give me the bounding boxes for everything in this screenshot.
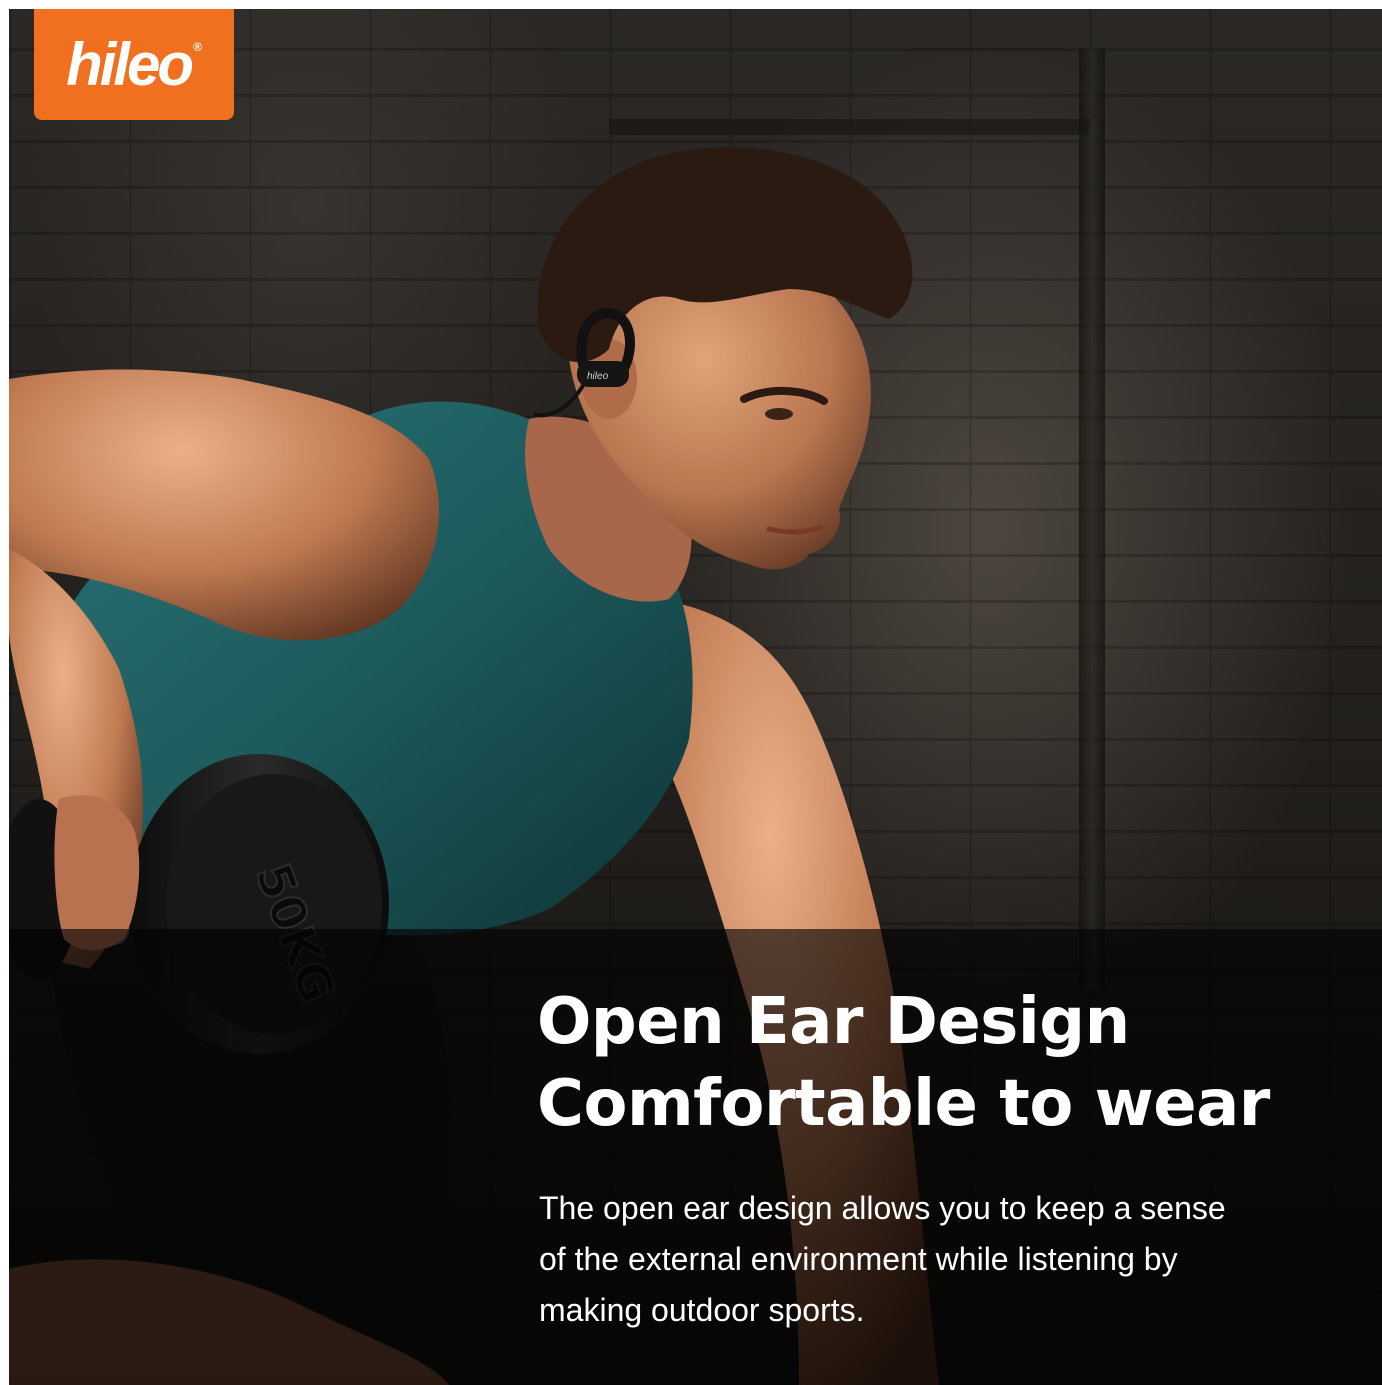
left-hand bbox=[54, 795, 140, 951]
headline-line-2: Comfortable to wear bbox=[537, 1067, 1270, 1141]
brand-logo: hileo ® bbox=[34, 9, 234, 120]
feature-headline: Open Ear Design Comfortable to wear bbox=[537, 981, 1270, 1145]
headline-line-1: Open Ear Design bbox=[537, 985, 1130, 1059]
description-line-2: of the external environment while listen… bbox=[539, 1241, 1178, 1277]
earbud-label: hileo bbox=[587, 371, 609, 382]
feature-description: The open ear design allows you to keep a… bbox=[539, 1183, 1339, 1336]
eye bbox=[765, 408, 793, 420]
logo-text: hileo bbox=[66, 30, 194, 98]
registered-mark: ® bbox=[193, 39, 202, 54]
product-image: hileo 50KG hileo® Open Ear Design Comfor… bbox=[9, 9, 1382, 1385]
left-shoulder bbox=[9, 369, 439, 641]
description-line-3: making outdoor sports. bbox=[539, 1292, 865, 1328]
logo-wordmark: hileo ® bbox=[66, 34, 202, 95]
description-line-1: The open ear design allows you to keep a… bbox=[539, 1190, 1226, 1226]
